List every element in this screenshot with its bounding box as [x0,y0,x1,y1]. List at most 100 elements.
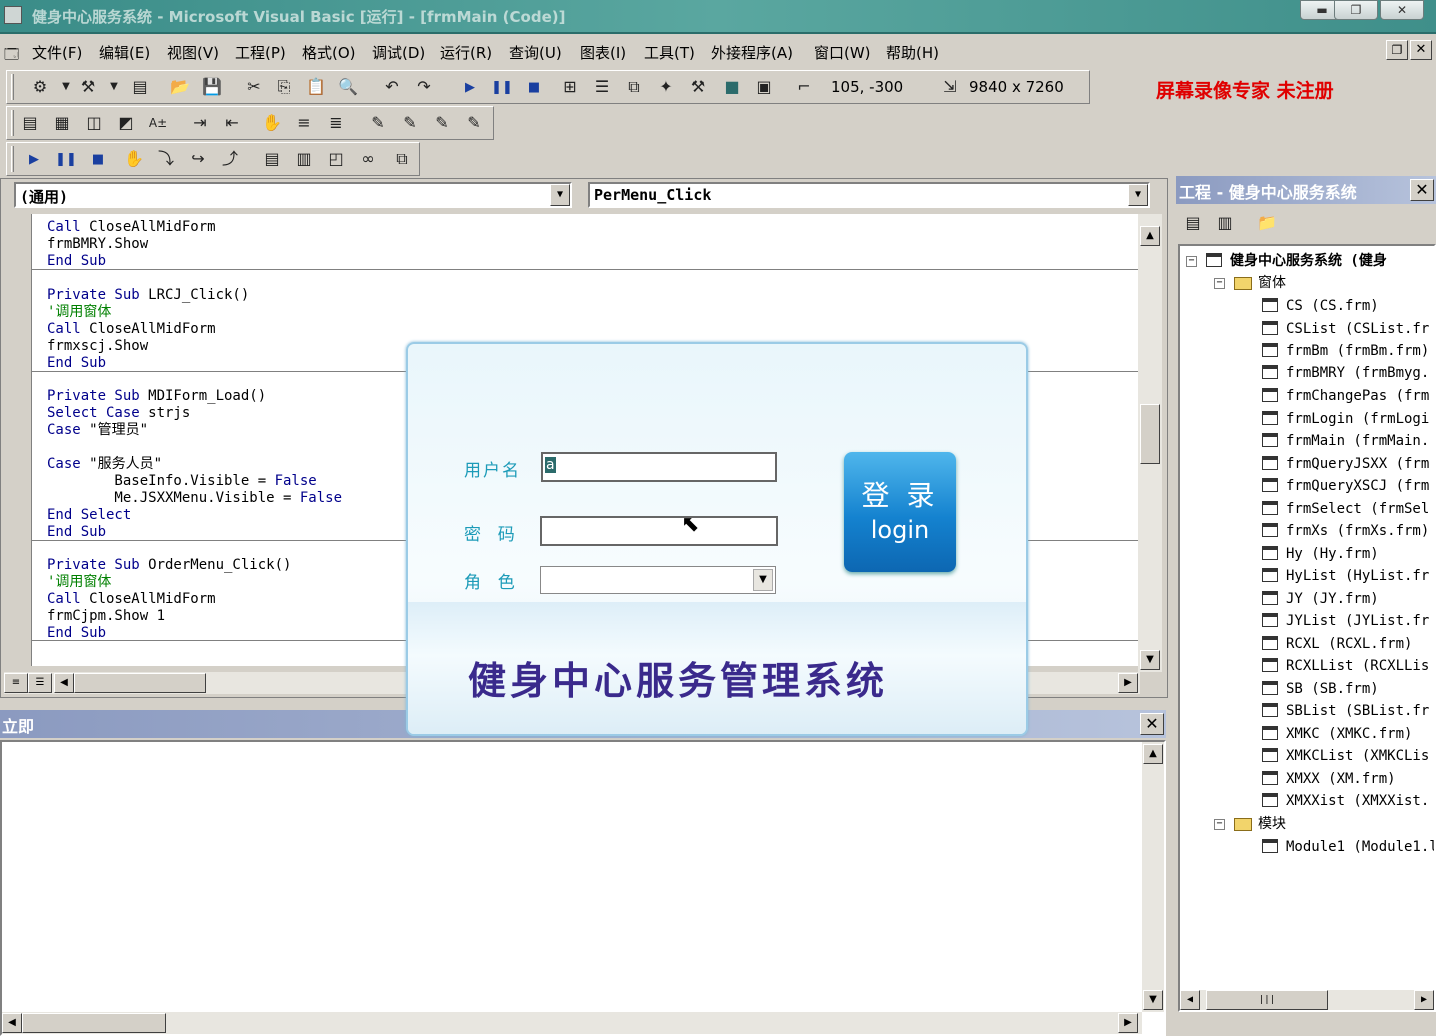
tree-form-item[interactable]: XMKCList (XMKCLis [1262,745,1429,767]
menu-file[interactable]: 文件(F) [32,42,82,63]
break-icon[interactable]: ❚❚ [55,149,77,171]
break-icon[interactable]: ❚❚ [491,77,513,99]
paste-icon[interactable]: 📋 [305,76,327,98]
scroll-left-icon[interactable]: ◀ [2,1013,22,1033]
list-properties-icon[interactable]: ▤ [19,112,41,134]
step-into-icon[interactable]: ⤵ [155,148,177,170]
menu-query[interactable]: 查询(U) [509,42,562,63]
login-button[interactable]: 登 录 login [844,452,956,572]
data-view-icon[interactable]: ■ [721,76,743,98]
immediate-window[interactable]: ▲ ▼ ◀ ▶ [0,740,1166,1036]
toggle-folders-icon[interactable]: 📁 [1256,212,1278,234]
chevron-down-icon[interactable]: ▼ [753,569,773,591]
immediate-window-icon[interactable]: ▥ [293,148,315,170]
tree-form-item[interactable]: JYList (JYList.fr [1262,610,1429,632]
maximize-button[interactable]: ❐ [1334,0,1378,20]
dropdown-arrow-icon[interactable]: ▼ [55,76,77,98]
collapse-icon[interactable]: − [1186,256,1197,267]
add-form-icon[interactable]: ⚒ [77,76,99,98]
menu-diagram[interactable]: 图表(I) [580,42,626,63]
list-constants-icon[interactable]: ▦ [51,112,73,134]
indent-icon[interactable]: ⇥ [189,112,211,134]
step-over-icon[interactable]: ↪ [187,148,209,170]
menu-view[interactable]: 视图(V) [167,42,219,63]
role-select[interactable]: ▼ [540,566,776,594]
menu-addins[interactable]: 外接程序(A) [711,42,793,63]
scroll-down-icon[interactable]: ▼ [1143,990,1163,1010]
object-combo[interactable]: (通用) ▼ [14,182,572,208]
procedure-view-icon[interactable]: ≡ [4,673,28,693]
parameter-info-icon[interactable]: ◩ [115,112,137,134]
tree-form-item[interactable]: frmXs (frmXs.frm) [1262,520,1429,542]
quick-watch-icon[interactable]: ∞ [357,148,379,170]
collapse-icon[interactable]: − [1214,278,1225,289]
mdi-doc-icon[interactable]: 🗔 [4,44,19,68]
password-input[interactable] [540,516,778,546]
username-input[interactable]: a [541,452,777,482]
tree-form-item[interactable]: CS (CS.frm) [1262,295,1379,317]
scroll-right-icon[interactable]: ▶ [1118,673,1138,693]
tree-form-item[interactable]: frmQueryJSXX (frm [1262,453,1429,475]
outdent-icon[interactable]: ⇤ [221,112,243,134]
previous-bookmark-icon[interactable]: ✎ [431,112,453,134]
redo-icon[interactable]: ↷ [413,76,435,98]
dropdown-arrow-icon[interactable]: ▼ [103,76,125,98]
menu-edit[interactable]: 编辑(E) [99,42,150,63]
tree-form-item[interactable]: SB (SB.frm) [1262,678,1379,700]
menu-run[interactable]: 运行(R) [440,42,492,63]
tree-form-item[interactable]: frmBm (frmBm.frm) [1262,340,1429,362]
view-code-icon[interactable]: ▤ [1182,212,1204,234]
tree-form-item[interactable]: frmBMRY (frmBmyg. [1262,362,1429,384]
tree-form-item[interactable]: XMXX (XM.frm) [1262,768,1396,790]
tree-form-item[interactable]: CSList (CSList.fr [1262,318,1429,340]
tree-form-item[interactable]: frmQueryXSCJ (frm [1262,475,1429,497]
tree-form-item[interactable]: frmChangePas (frm [1262,385,1429,407]
menu-editor-icon[interactable]: ▤ [129,76,151,98]
call-stack-icon[interactable]: ⧉ [391,148,413,170]
save-project-icon[interactable]: 💾 [201,76,223,98]
scroll-thumb[interactable] [22,1013,166,1033]
menu-project[interactable]: 工程(P) [235,42,286,63]
tree-form-item[interactable]: SBList (SBList.fr [1262,700,1429,722]
tree-form-item[interactable]: frmLogin (frmLogi [1262,408,1429,430]
complete-word-icon[interactable]: A± [147,112,169,134]
tree-form-item[interactable]: RCXL (RCXL.frm) [1262,633,1412,655]
step-out-icon[interactable]: ⤴ [219,148,241,170]
chevron-down-icon[interactable]: ▼ [550,184,570,206]
toggle-breakpoint-icon[interactable]: ✋ [123,148,145,170]
tree-form-item[interactable]: Hy (Hy.frm) [1262,543,1379,565]
scroll-thumb[interactable]: ||| [1206,990,1328,1010]
tree-form-item[interactable]: XMXXist (XMXXist. [1262,790,1429,812]
tree-form-item[interactable]: XMKC (XMKC.frm) [1262,723,1412,745]
chevron-down-icon[interactable]: ▼ [1128,184,1148,206]
locals-window-icon[interactable]: ▤ [261,148,283,170]
end-icon[interactable]: ■ [87,149,109,171]
tree-form-item[interactable]: frmSelect (frmSel [1262,498,1429,520]
toolbox-icon[interactable]: ⚒ [687,76,709,98]
start-icon[interactable]: ▶ [23,149,45,171]
tree-module-item[interactable]: Module1 (Module1.l [1262,836,1434,858]
component-manager-icon[interactable]: ▣ [753,76,775,98]
end-icon[interactable]: ■ [523,77,545,99]
open-project-icon[interactable]: 📂 [169,76,191,98]
procedure-combo[interactable]: PerMenu_Click ▼ [588,182,1150,208]
project-tree[interactable]: − 健身中心服务系统 (健身 − 窗体 CS (CS.frm) CSList (… [1178,244,1436,1012]
immediate-horizontal-scrollbar[interactable]: ◀ ▶ [2,1012,1142,1034]
menu-format[interactable]: 格式(O) [302,42,356,63]
toggle-bookmark-icon[interactable]: ✎ [367,112,389,134]
properties-window-icon[interactable]: ☰ [591,76,613,98]
scroll-thumb[interactable] [1140,404,1160,464]
toolbar-grip[interactable] [11,146,14,172]
child-close-button[interactable]: ✕ [1410,40,1432,60]
menu-tools[interactable]: 工具(T) [644,42,695,63]
scroll-thumb[interactable] [74,673,206,693]
tree-form-item[interactable]: HyList (HyList.fr [1262,565,1429,587]
scroll-down-icon[interactable]: ▼ [1140,650,1160,670]
menu-help[interactable]: 帮助(H) [886,42,939,63]
view-object-icon[interactable]: ▥ [1214,212,1236,234]
add-project-icon[interactable]: ⚙ [29,76,51,98]
tree-horizontal-scrollbar[interactable]: ◀ ||| ▶ [1180,990,1434,1010]
scroll-right-icon[interactable]: ▶ [1414,990,1434,1010]
start-icon[interactable]: ▶ [459,77,481,99]
project-explorer-icon[interactable]: ⊞ [559,76,581,98]
